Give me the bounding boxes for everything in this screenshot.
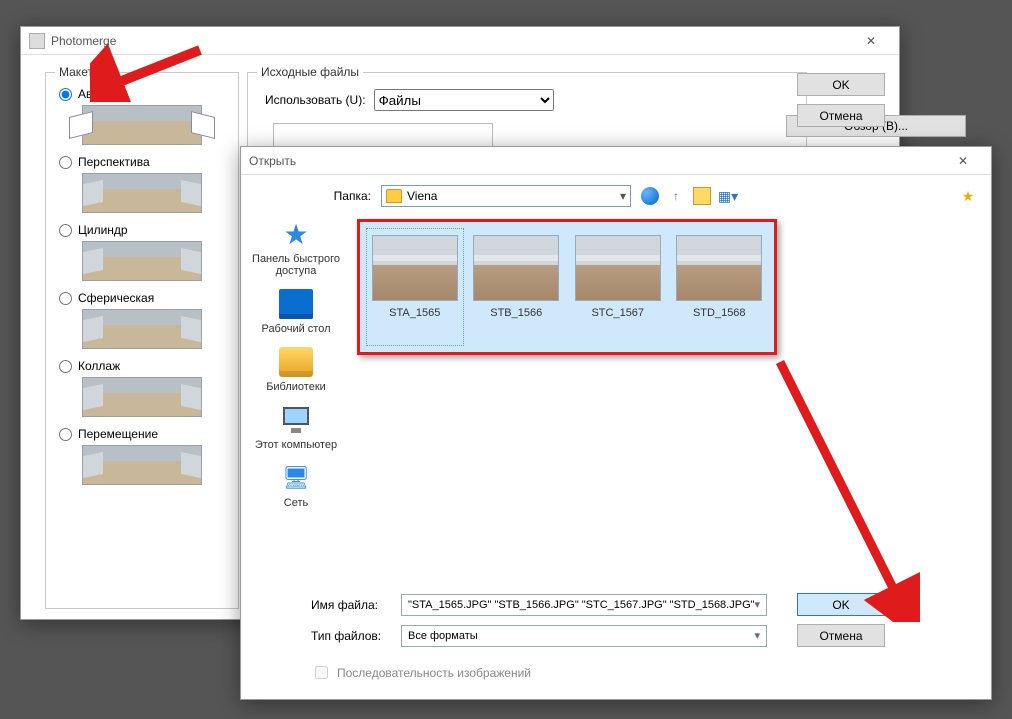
layout-auto-thumb [82,105,202,145]
file-item[interactable]: STD_1568 [671,228,769,346]
file-item[interactable]: STC_1567 [569,228,667,346]
layout-spherical[interactable]: Сферическая [59,291,225,305]
folder-value: Viena [407,189,437,203]
new-folder-icon[interactable] [693,187,711,205]
open-cancel-button[interactable]: Отмена [797,624,885,647]
layout-reposition-thumb [82,445,202,485]
photomerge-title: Photomerge [51,34,116,48]
layout-reposition[interactable]: Перемещение [59,427,225,441]
filename-input[interactable]: "STA_1565.JPG" "STB_1566.JPG" "STC_1567.… [401,594,767,616]
open-ok-button[interactable]: OK [797,593,885,616]
image-thumb [473,235,559,301]
nav-network[interactable]: Сеть [241,463,351,509]
folder-icon [386,189,402,203]
image-thumb [372,235,458,301]
pm-ok-button[interactable]: OK [797,73,885,96]
layout-fieldset: Макет Авто Перспектива Цилиндр Сферическ… [45,65,239,609]
layout-cylinder-thumb [82,241,202,281]
layout-cylinder[interactable]: Цилиндр [59,223,225,237]
layout-collage-thumb [82,377,202,417]
source-legend: Исходные файлы [257,65,363,79]
view-menu-icon[interactable]: ▦▾ [719,187,737,205]
nav-desktop[interactable]: Рабочий стол [241,289,351,335]
pm-cancel-button[interactable]: Отмена [797,104,885,127]
file-item[interactable]: STA_1565 [366,228,464,346]
layout-legend: Макет [55,65,97,79]
nav-quick-access[interactable]: Панель быстрого доступа [241,219,351,277]
layout-perspective[interactable]: Перспектива [59,155,225,169]
back-web-icon[interactable] [641,187,659,205]
layout-auto[interactable]: Авто [59,87,225,101]
file-item[interactable]: STB_1566 [468,228,566,346]
open-titlebar: Открыть ✕ [241,147,991,175]
use-select[interactable]: Файлы [374,89,554,111]
app-icon [29,33,45,49]
filetype-label: Тип файлов: [311,629,389,643]
up-folder-icon[interactable]: ↑ [667,187,685,205]
open-title: Открыть [249,154,296,168]
folder-select[interactable]: Viena ▾ [381,185,631,207]
folder-label: Папка: [311,189,371,203]
close-icon[interactable]: ✕ [851,27,891,55]
favorite-icon[interactable]: ★ [959,187,977,205]
image-thumb [676,235,762,301]
open-dialog: Открыть ✕ Папка: Viena ▾ ↑ ▦▾ ★ Панель б… [240,146,992,700]
chevron-down-icon: ▾ [754,629,760,642]
close-icon[interactable]: ✕ [943,147,983,175]
layout-perspective-thumb [82,173,202,213]
photomerge-titlebar: Photomerge ✕ [21,27,899,55]
chevron-down-icon: ▾ [620,189,626,203]
nav-libraries[interactable]: Библиотеки [241,347,351,393]
filetype-select[interactable]: Все форматы▾ [401,625,767,647]
layout-spherical-thumb [82,309,202,349]
layout-collage[interactable]: Коллаж [59,359,225,373]
file-list-area[interactable]: STA_1565 STB_1566 STC_1567 STD_1568 [351,213,991,587]
selection-highlight: STA_1565 STB_1566 STC_1567 STD_1568 [357,219,777,355]
filename-label: Имя файла: [311,598,389,612]
use-label: Использовать (U): [265,93,366,107]
image-sequence-checkbox[interactable]: Последовательность изображений [311,663,977,682]
nav-this-pc[interactable]: Этот компьютер [241,405,351,451]
open-nav-panel: Панель быстрого доступа Рабочий стол Биб… [241,213,351,587]
image-thumb [575,235,661,301]
chevron-down-icon: ▾ [755,598,761,611]
